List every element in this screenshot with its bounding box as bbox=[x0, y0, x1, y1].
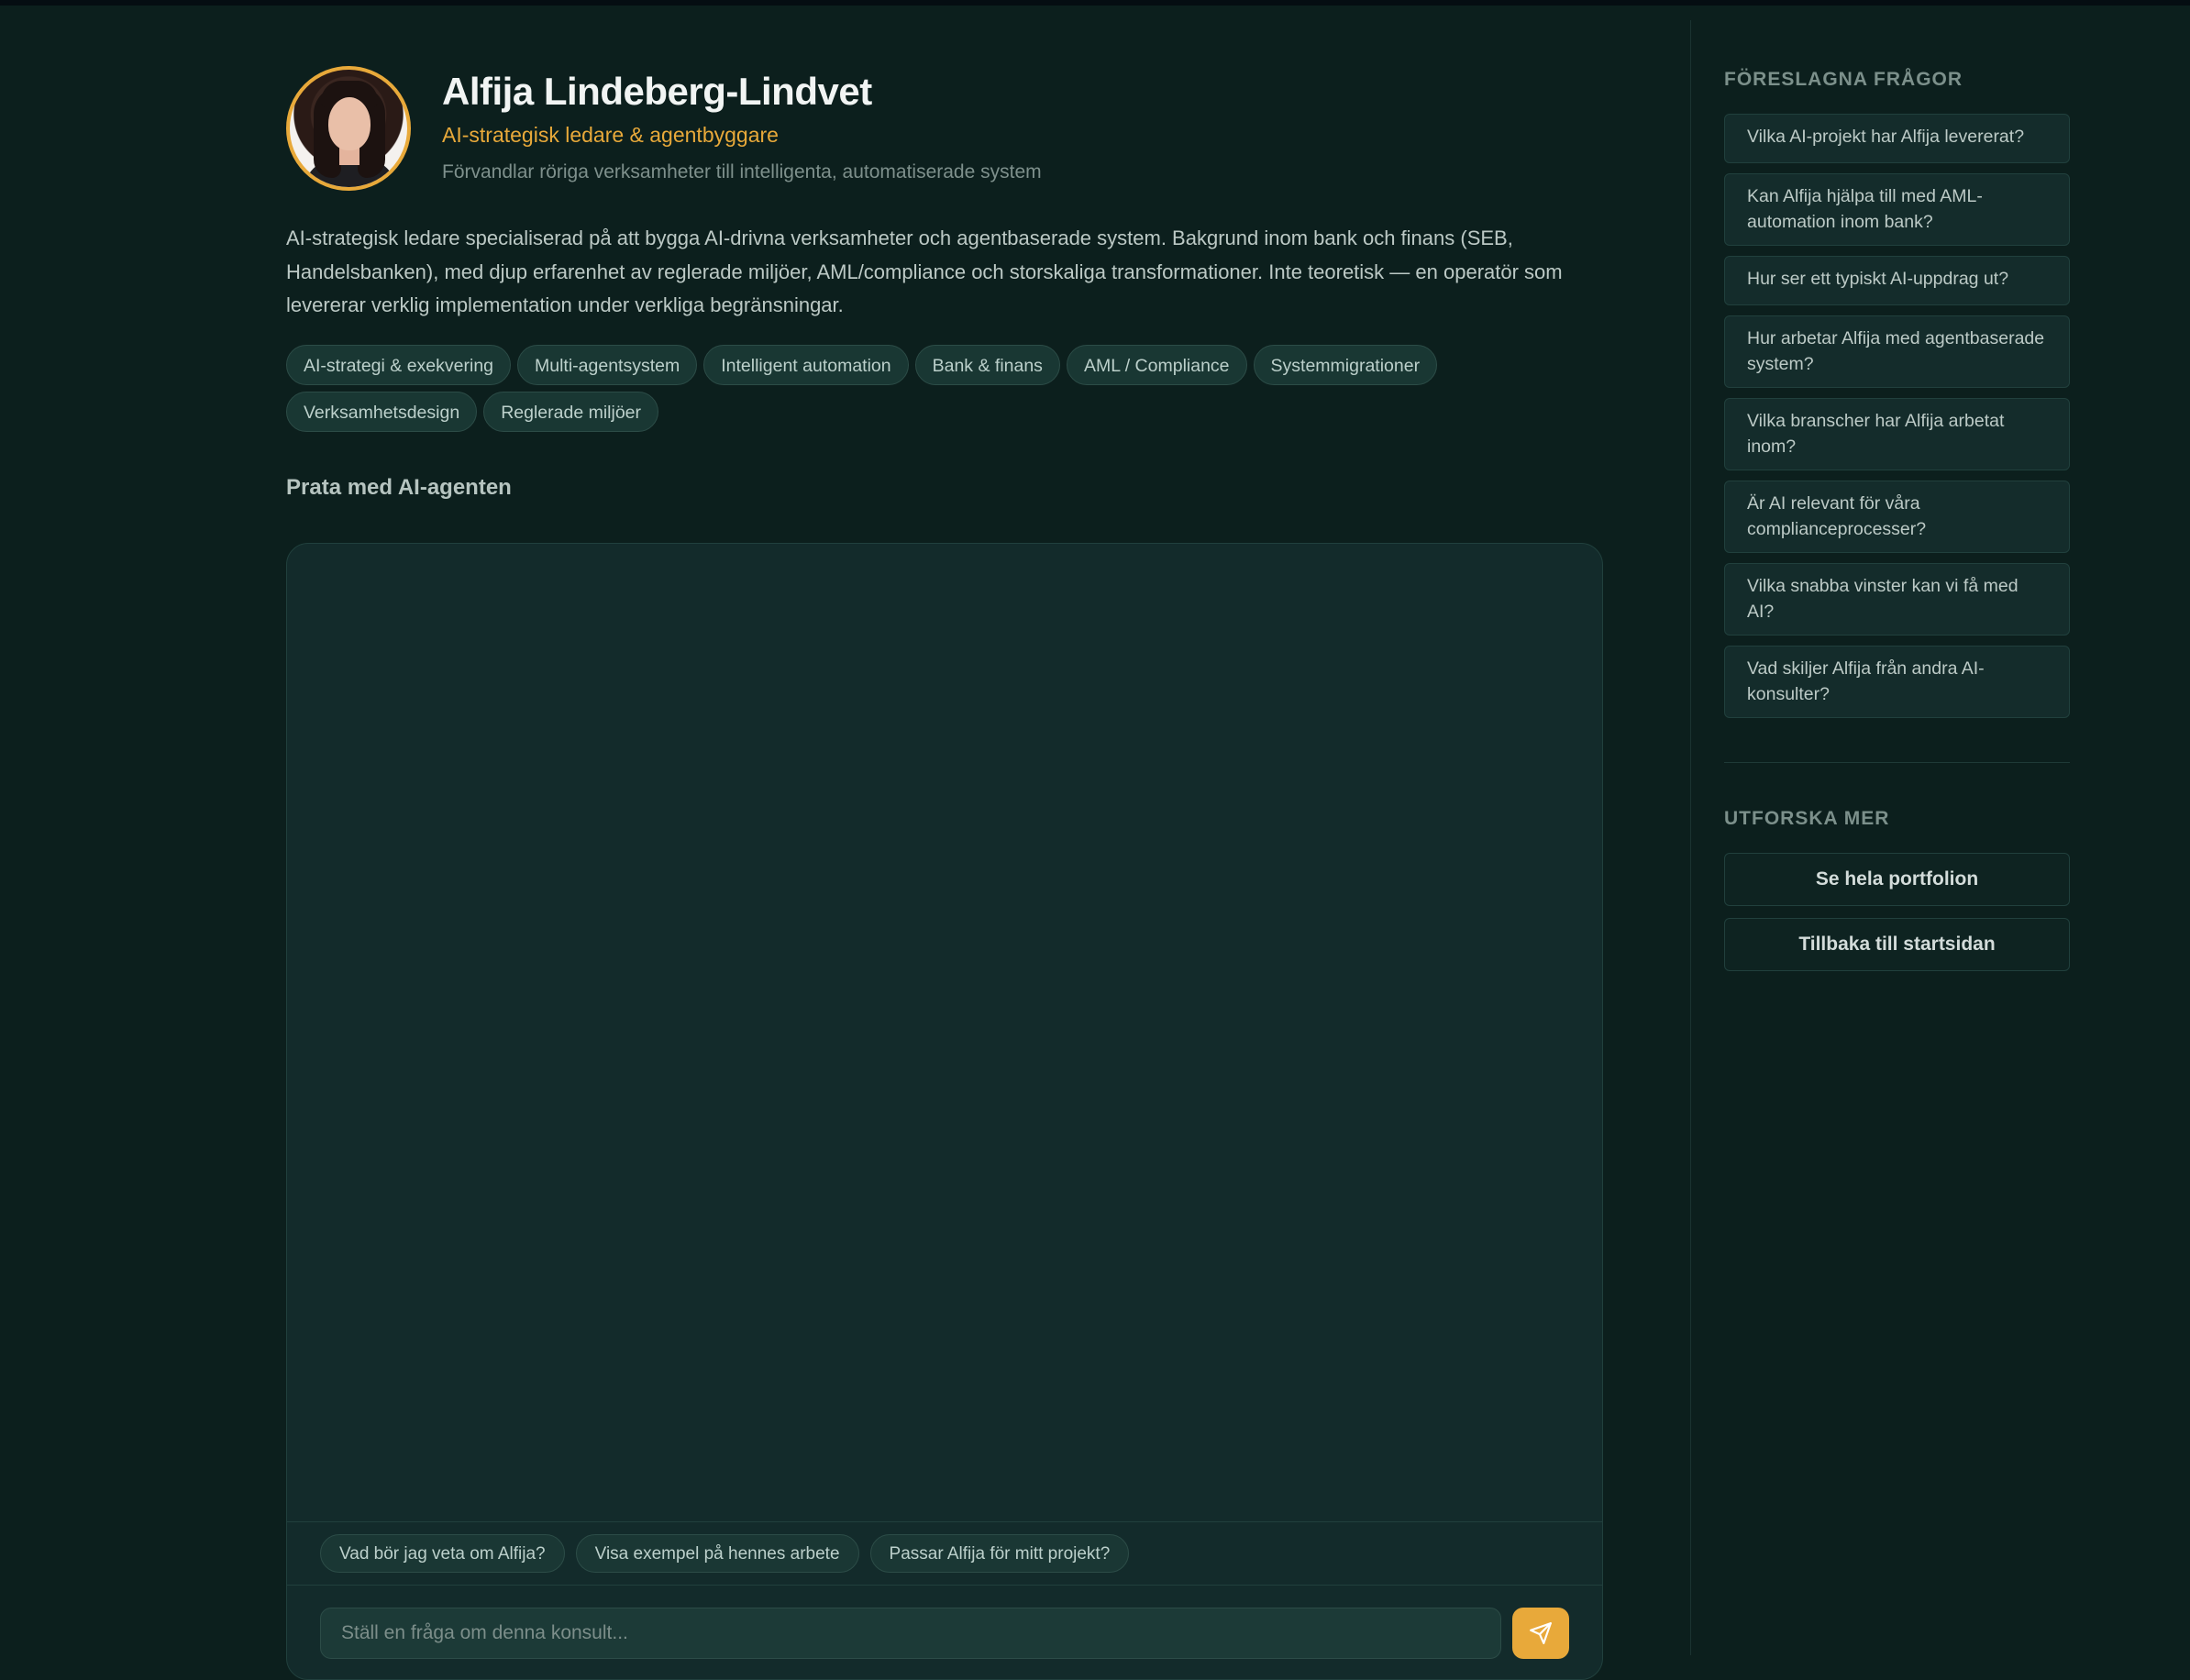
chat-input-row bbox=[320, 1608, 1569, 1659]
suggested-question[interactable]: Hur arbetar Alfija med agentbaserade sys… bbox=[1724, 315, 2070, 388]
suggested-questions-list: Vilka AI-projekt har Alfija levererat? K… bbox=[1724, 114, 2070, 718]
main-content: Alfija Lindeberg-Lindvet AI-strategisk l… bbox=[286, 66, 1603, 502]
suggested-question[interactable]: Hur ser ett typiskt AI-uppdrag ut? bbox=[1724, 256, 2070, 305]
skill-tag: AI-strategi & exekvering bbox=[286, 344, 512, 385]
chat-suggestions: Vad bör jag veta om Alfija? Visa exempel… bbox=[287, 1521, 1602, 1586]
chat-input[interactable] bbox=[320, 1608, 1501, 1659]
explore-heading: UTFORSKA MER bbox=[1724, 808, 1890, 829]
skill-tag: Intelligent automation bbox=[703, 344, 909, 385]
skill-tag: Bank & finans bbox=[914, 344, 1060, 385]
skill-tag: Systemmigrationer bbox=[1253, 344, 1438, 385]
profile-role: AI-strategisk ledare & agentbyggare bbox=[442, 123, 779, 147]
chat-messages-area[interactable] bbox=[287, 544, 1602, 1521]
profile-name: Alfija Lindeberg-Lindvet bbox=[442, 70, 872, 113]
suggested-question[interactable]: Vilka branscher har Alfija arbetat inom? bbox=[1724, 398, 2070, 470]
profile-tagline: Förvandlar röriga verksamheter till inte… bbox=[442, 161, 1042, 182]
skill-tag: Multi-agentsystem bbox=[517, 344, 698, 385]
suggested-questions-heading: FÖRESLAGNA FRÅGOR bbox=[1724, 69, 1963, 90]
home-button[interactable]: Tillbaka till startsidan bbox=[1724, 918, 2070, 971]
sidebar-divider bbox=[1690, 20, 1691, 1655]
suggested-question[interactable]: Vilka snabba vinster kan vi få med AI? bbox=[1724, 563, 2070, 636]
suggestion-chip[interactable]: Passar Alfija för mitt projekt? bbox=[869, 1534, 1130, 1573]
skill-tag: Reglerade miljöer bbox=[483, 391, 659, 432]
sidebar: FÖRESLAGNA FRÅGOR Vilka AI-projekt har A… bbox=[1724, 68, 2070, 983]
profile-text: Alfija Lindeberg-Lindvet AI-strategisk l… bbox=[442, 66, 1042, 185]
chat-heading: Prata med AI-agenten bbox=[286, 474, 512, 500]
suggestion-chip[interactable]: Visa exempel på hennes arbete bbox=[575, 1534, 859, 1573]
send-button[interactable] bbox=[1512, 1608, 1569, 1659]
skill-tag: AML / Compliance bbox=[1066, 344, 1247, 385]
profile-bio: AI-strategisk ledare specialiserad på at… bbox=[286, 227, 1563, 316]
sidebar-divider-line bbox=[1724, 762, 2070, 763]
top-edge-bar bbox=[0, 0, 2190, 6]
paper-plane-icon bbox=[1530, 1622, 1552, 1644]
chat-panel: Vad bör jag veta om Alfija? Visa exempel… bbox=[286, 543, 1603, 1680]
suggested-question[interactable]: Är AI relevant för våra complianceproces… bbox=[1724, 481, 2070, 553]
suggested-question[interactable]: Vilka AI-projekt har Alfija levererat? bbox=[1724, 114, 2070, 163]
suggested-question[interactable]: Vad skiljer Alfija från andra AI-konsult… bbox=[1724, 646, 2070, 718]
skill-tags: AI-strategi & exekvering Multi-agentsyst… bbox=[286, 344, 1603, 432]
profile-header: Alfija Lindeberg-Lindvet AI-strategisk l… bbox=[286, 66, 1603, 191]
suggested-question[interactable]: Kan Alfija hjälpa till med AML-automatio… bbox=[1724, 173, 2070, 246]
avatar bbox=[286, 66, 411, 191]
skill-tag: Verksamhetsdesign bbox=[286, 391, 478, 432]
suggestion-chip[interactable]: Vad bör jag veta om Alfija? bbox=[320, 1534, 565, 1573]
portfolio-button[interactable]: Se hela portfolion bbox=[1724, 853, 2070, 906]
